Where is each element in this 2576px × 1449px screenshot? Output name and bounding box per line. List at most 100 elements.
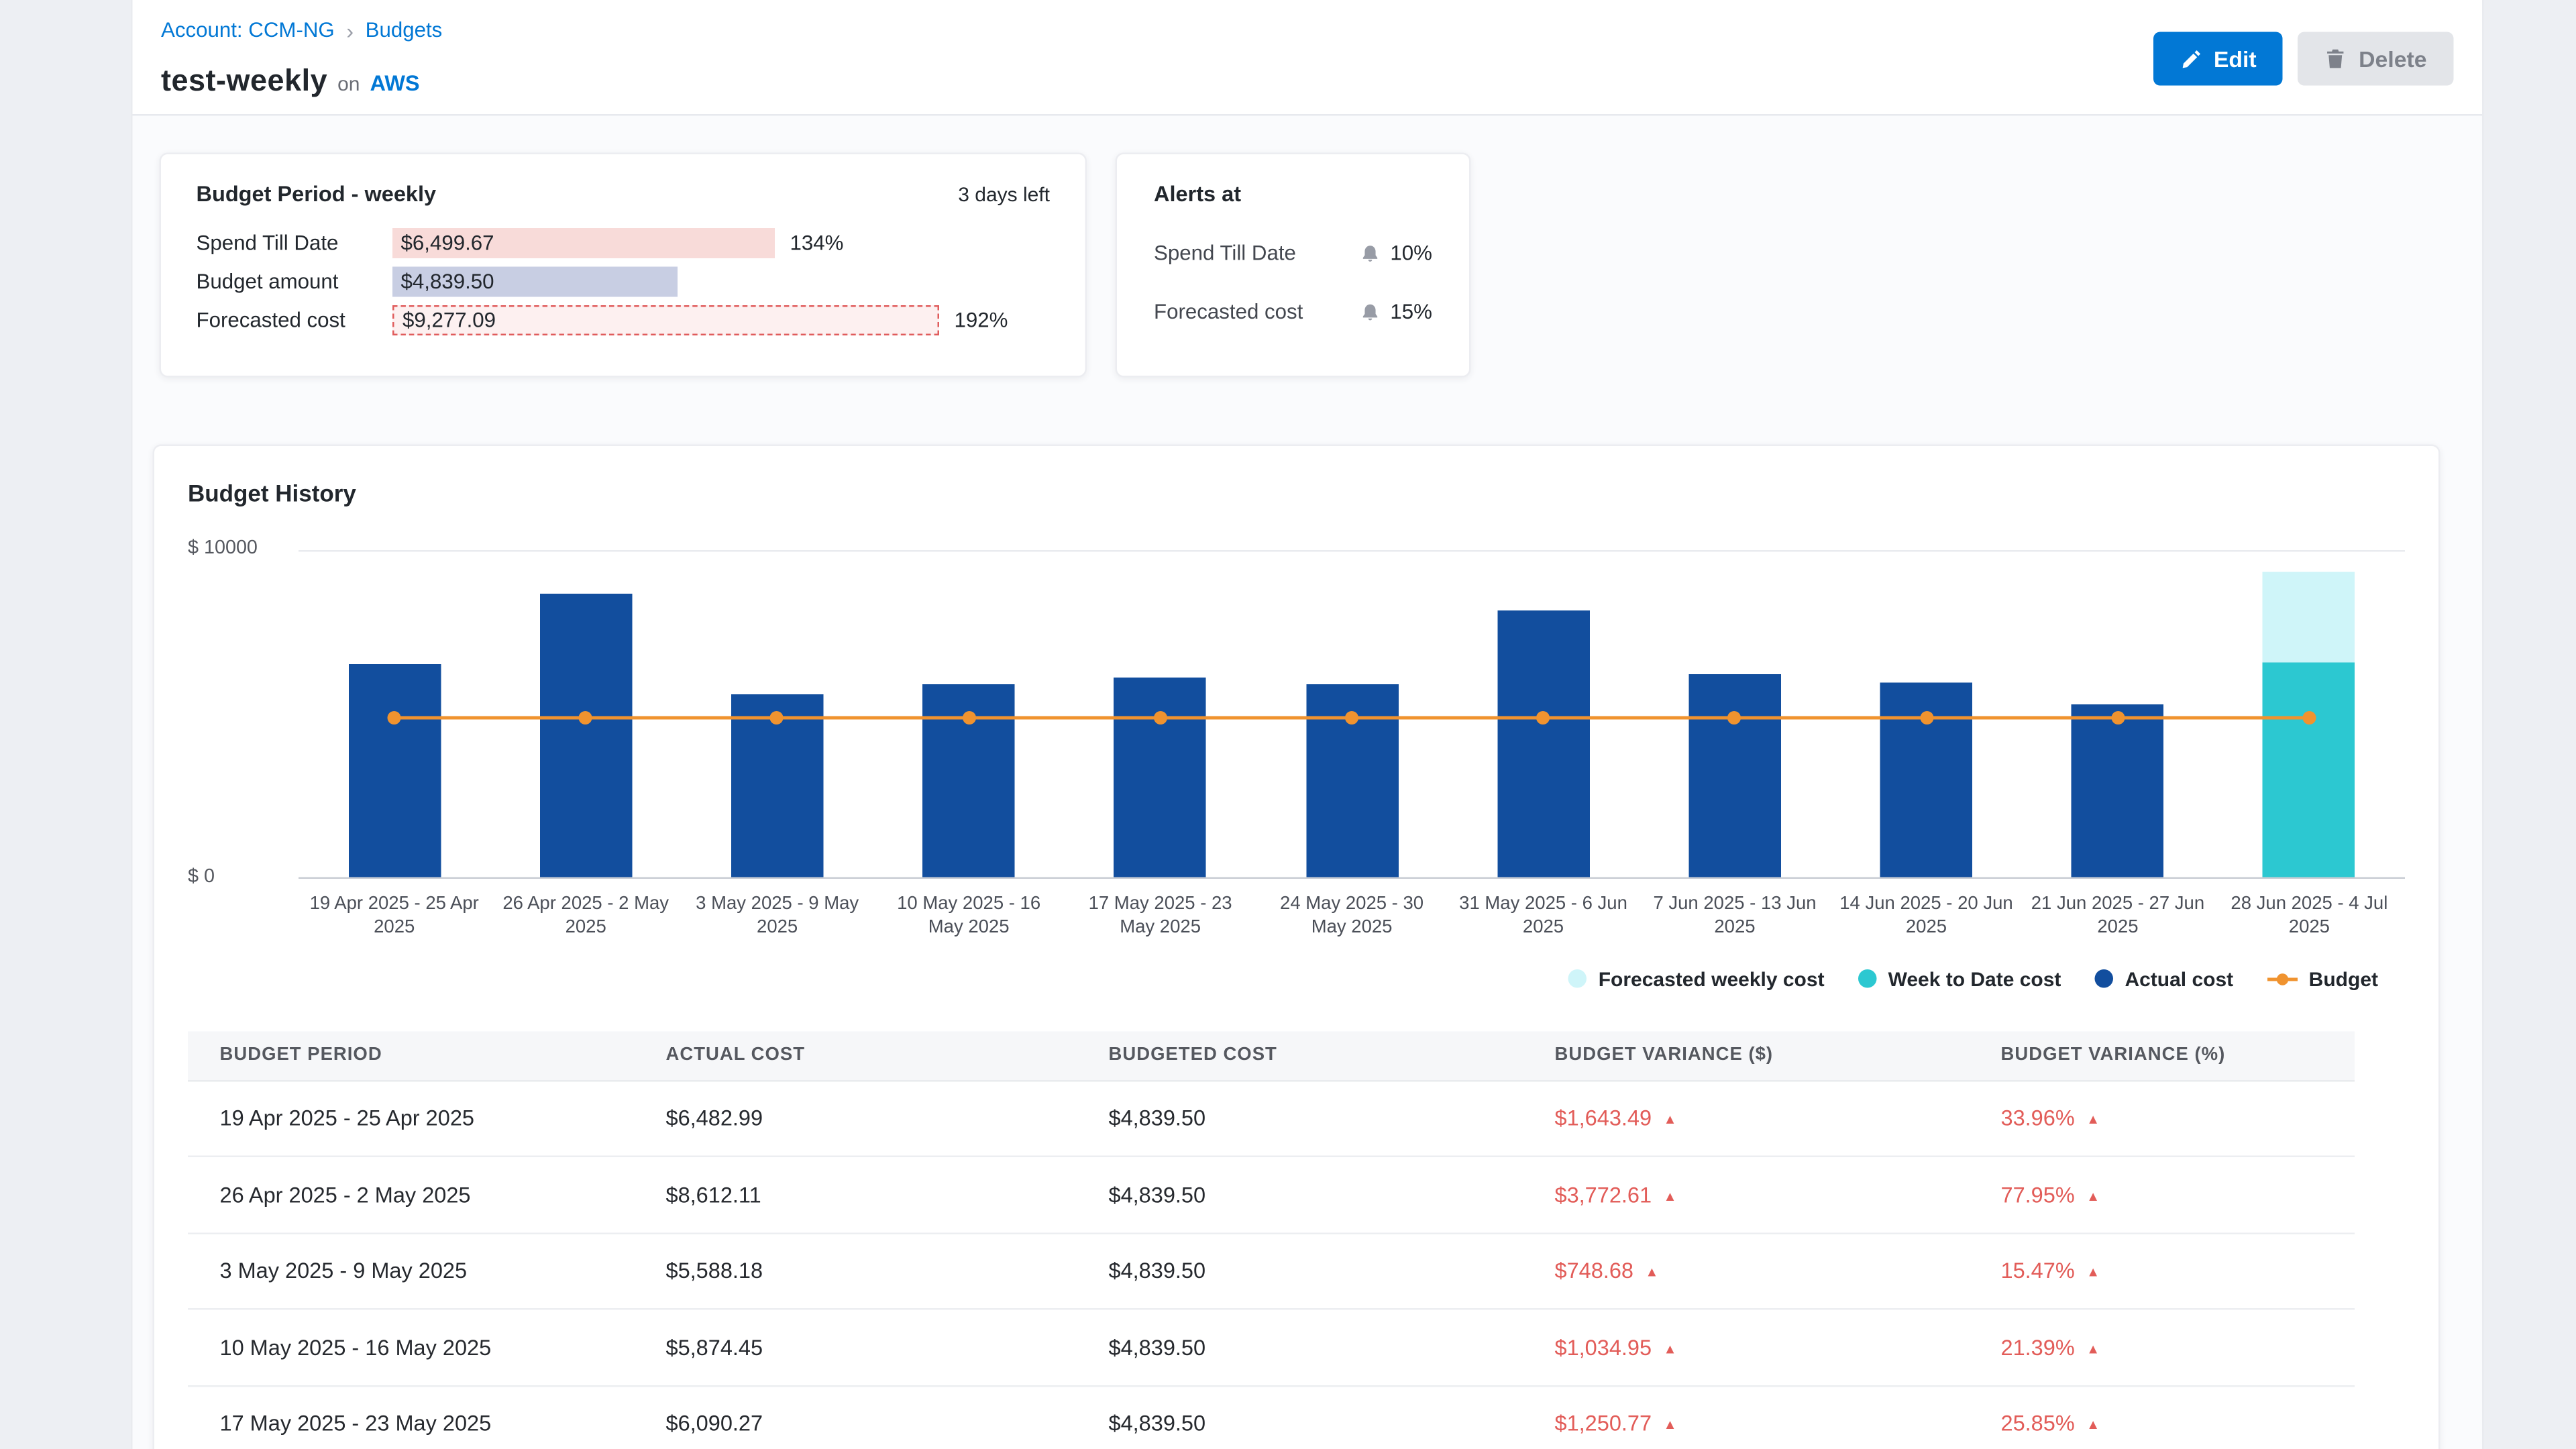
- x-axis-label-text: 26 Apr 2025 - 2 May 2025: [495, 892, 676, 940]
- legend-label: Budget: [2309, 967, 2378, 990]
- column-header-budget-variance: BUDGET VARIANCE ($): [1523, 1045, 1969, 1065]
- budget-amount-bar: $4,839.50: [392, 267, 678, 297]
- budget-period-card: Budget Period - weekly 3 days left Spend…: [160, 153, 1087, 378]
- budget-line-point[interactable]: [1154, 711, 1167, 724]
- variance-pct-cell: 33.96%▲: [1969, 1106, 2355, 1131]
- variance-pct-cell: 15.47%▲: [1969, 1258, 2355, 1284]
- budget-amount-value: $4,839.50: [401, 270, 494, 294]
- budget-period-row: Budget amount $4,839.50: [197, 267, 1051, 297]
- actual-cost-bar[interactable]: [1688, 675, 1781, 877]
- week-to-date-cost-bar[interactable]: [2263, 663, 2356, 877]
- actual-cost-bar[interactable]: [1114, 677, 1207, 877]
- x-axis-label-text: 28 Jun 2025 - 4 Jul 2025: [2218, 892, 2400, 940]
- budget-line-point[interactable]: [1537, 711, 1550, 724]
- spend-till-date-bar: $6,499.67: [392, 228, 775, 258]
- budget-history-chart: $ 10000 $ 0 19 Apr 2025 - 25 Apr 202526 …: [188, 550, 2405, 990]
- x-axis-label: 17 May 2025 - 23 May 2025: [1065, 892, 1256, 940]
- provider-link[interactable]: AWS: [370, 70, 420, 96]
- budget-history-card: Budget History $ 10000 $ 0 19 Apr 2025 -…: [153, 445, 2440, 1449]
- forecasted-cost-alert-label: Forecasted cost: [1154, 301, 1360, 324]
- x-axis-label: 21 Jun 2025 - 27 Jun 2025: [2022, 892, 2213, 940]
- breadcrumb-account-link[interactable]: Account: CCM-NG: [161, 19, 335, 42]
- trend-up-icon: ▲: [2086, 1112, 2100, 1128]
- budget-period-row: Spend Till Date$6,499.67134%: [197, 228, 1051, 258]
- pencil-icon: [2180, 48, 2202, 70]
- delete-button-label: Delete: [2359, 46, 2426, 72]
- week-to-date-cost-legend-marker: [1858, 969, 1877, 988]
- actual-cost-cell: $6,090.27: [634, 1411, 1077, 1436]
- variance-usd-cell: $1,250.77▲: [1523, 1411, 1969, 1436]
- title-row: test-weekly on AWS: [161, 64, 2454, 99]
- x-axis-label: 10 May 2025 - 16 May 2025: [873, 892, 1064, 940]
- budget-line-point[interactable]: [1919, 711, 1933, 724]
- bar-stack: [348, 664, 441, 877]
- budget-line-point[interactable]: [388, 711, 401, 724]
- column-header-budget-variance: BUDGET VARIANCE (%): [1969, 1045, 2355, 1065]
- budget-period-cell: 17 May 2025 - 23 May 2025: [188, 1411, 634, 1436]
- table-header-row: BUDGET PERIODACTUAL COSTBUDGETED COSTBUD…: [188, 1030, 2355, 1081]
- spend-till-date-label: Spend Till Date: [197, 231, 393, 255]
- forecasted-cost-percent: 192%: [955, 309, 1008, 332]
- legend-item-forecasted-weekly-cost[interactable]: Forecasted weekly cost: [1568, 967, 1825, 990]
- trend-up-icon: ▲: [2086, 1265, 2100, 1281]
- trend-up-icon: ▲: [1664, 1342, 1677, 1357]
- forecasted-weekly-cost-bar[interactable]: [2263, 572, 2356, 663]
- page-header: Account: CCM-NG › Budgets test-weekly on…: [133, 0, 2483, 116]
- budget-history-title: Budget History: [188, 480, 2405, 506]
- chart-column: [490, 552, 681, 877]
- chart-column: [682, 552, 873, 877]
- column-header-actual-cost: ACTUAL COST: [634, 1045, 1077, 1065]
- bell-icon: [1360, 301, 1380, 323]
- budget-period-cell: 19 Apr 2025 - 25 Apr 2025: [188, 1106, 634, 1131]
- legend-item-week-to-date-cost[interactable]: Week to Date cost: [1858, 967, 2061, 990]
- chart-column: [299, 552, 490, 877]
- budget-period-cell: 26 Apr 2025 - 2 May 2025: [188, 1182, 634, 1208]
- x-axis-label-text: 24 May 2025 - 30 May 2025: [1261, 892, 1442, 940]
- variance-pct-cell: 77.95%▲: [1969, 1182, 2355, 1208]
- x-axis-label-text: 14 Jun 2025 - 20 Jun 2025: [1835, 892, 2017, 940]
- page: Account: CCM-NG › Budgets test-weekly on…: [0, 0, 2576, 1449]
- budget-line-point[interactable]: [771, 711, 784, 724]
- budgeted-cost-cell: $4,839.50: [1077, 1335, 1523, 1360]
- delete-button[interactable]: Delete: [2298, 32, 2453, 86]
- actual-cost-bar[interactable]: [539, 594, 632, 877]
- x-axis-label: 3 May 2025 - 9 May 2025: [682, 892, 873, 940]
- x-axis-label-text: 3 May 2025 - 9 May 2025: [687, 892, 868, 940]
- legend-item-budget[interactable]: Budget: [2267, 967, 2378, 990]
- budget-line-point[interactable]: [2111, 711, 2125, 724]
- legend-item-actual-cost[interactable]: Actual cost: [2094, 967, 2233, 990]
- budget-line-point[interactable]: [962, 711, 975, 724]
- table-row: 26 Apr 2025 - 2 May 2025$8,612.11$4,839.…: [188, 1157, 2355, 1234]
- budget-line-point[interactable]: [1728, 711, 1741, 724]
- page-title: test-weekly: [161, 64, 327, 99]
- chart-column: [1448, 552, 1639, 877]
- actual-cost-bar[interactable]: [348, 664, 441, 877]
- actual-cost-cell: $6,482.99: [634, 1106, 1077, 1131]
- budget-line-point[interactable]: [579, 711, 592, 724]
- content-column: Account: CCM-NG › Budgets test-weekly on…: [131, 0, 2484, 1449]
- summary-section: Budget Period - weekly 3 days left Spend…: [133, 116, 2483, 378]
- bar-stack: [539, 594, 632, 877]
- legend-label: Forecasted weekly cost: [1599, 967, 1825, 990]
- trend-up-icon: ▲: [2086, 1189, 2100, 1204]
- budget-period-rows: Spend Till Date$6,499.67134% Budget amoun…: [197, 228, 1051, 335]
- budget-line-point[interactable]: [1345, 711, 1358, 724]
- x-axis-label: 7 Jun 2025 - 13 Jun 2025: [1639, 892, 1830, 940]
- edit-button[interactable]: Edit: [2153, 32, 2284, 86]
- chevron-right-icon: ›: [346, 19, 354, 42]
- forecasted-weekly-cost-legend-marker: [1568, 969, 1587, 988]
- x-axis-label: 28 Jun 2025 - 4 Jul 2025: [2214, 892, 2405, 940]
- chart-column: [2214, 552, 2405, 877]
- budget-period-title: Budget Period - weekly: [197, 181, 437, 207]
- actual-cost-bar[interactable]: [2072, 705, 2164, 877]
- budget-line-point[interactable]: [2302, 711, 2316, 724]
- trend-up-icon: ▲: [1646, 1265, 1659, 1281]
- chart-legend: Forecasted weekly cost Week to Date cost A…: [188, 967, 2405, 990]
- table-row: 17 May 2025 - 23 May 2025$6,090.27$4,839…: [188, 1386, 2355, 1449]
- x-axis-label-text: 17 May 2025 - 23 May 2025: [1070, 892, 1251, 940]
- budget-amount-label: Budget amount: [197, 270, 393, 294]
- trash-icon: [2325, 47, 2347, 70]
- actual-cost-bar[interactable]: [1497, 610, 1590, 877]
- breadcrumb-budgets-link[interactable]: Budgets: [366, 19, 443, 42]
- budget-history-table: BUDGET PERIODACTUAL COSTBUDGETED COSTBUD…: [188, 1030, 2355, 1449]
